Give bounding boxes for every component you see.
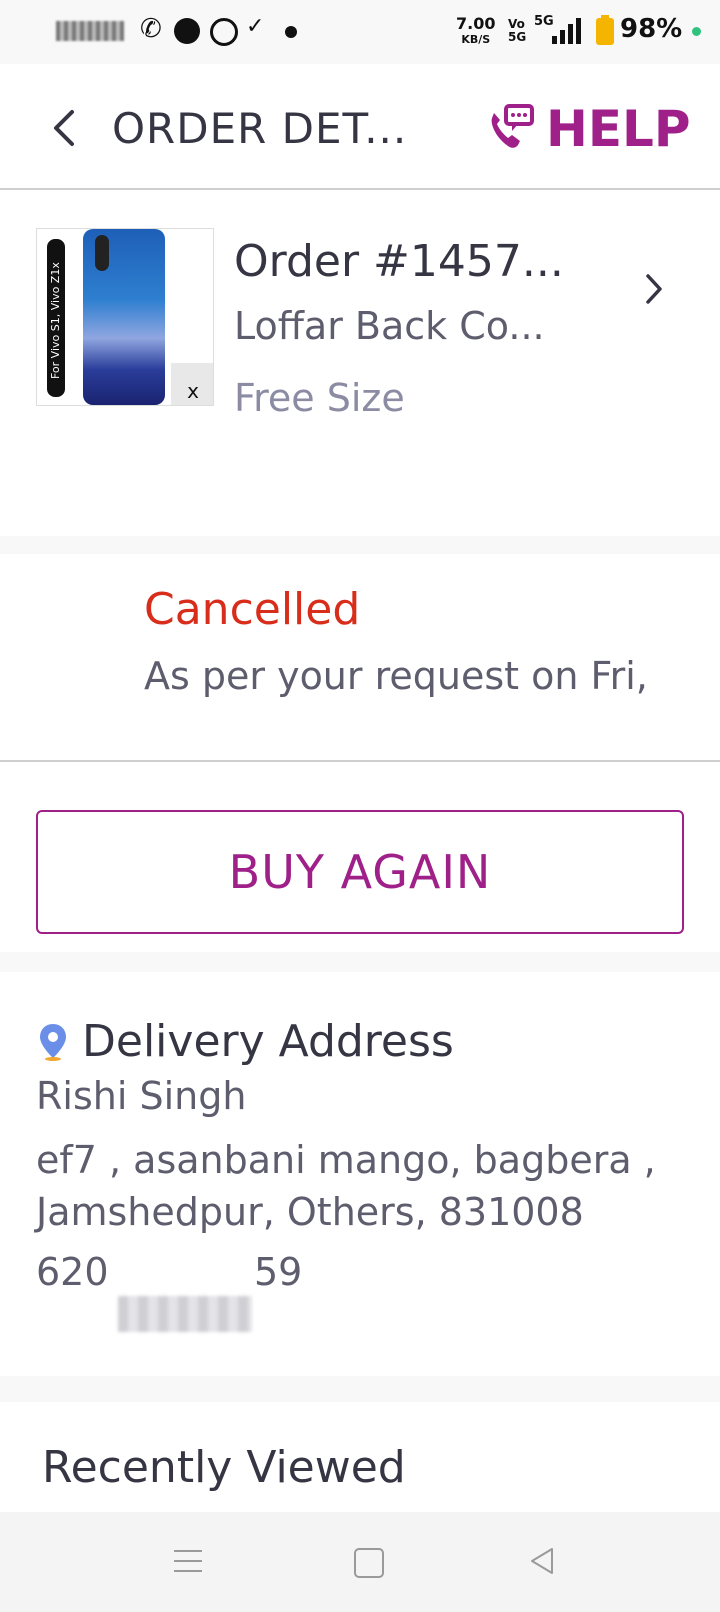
phone-redacted [118, 1296, 252, 1332]
delivery-address-section: Delivery Address Rishi Singh ef7 , asanb… [0, 972, 720, 1376]
address-line-2: Jamshedpur, Others, 831008 [36, 1190, 584, 1234]
home-square-icon[interactable] [354, 1548, 384, 1578]
signal-icon [552, 18, 586, 44]
app-header: ORDER DET... HELP [0, 64, 720, 190]
phone-prefix: 620 [36, 1250, 109, 1294]
camera-module [95, 235, 109, 271]
order-status: Cancelled [144, 584, 361, 635]
status-bar: ✆ ✓ 7.00 KB/S Vo 5G 5G 98% [0, 0, 720, 64]
help-label[interactable]: HELP [546, 100, 691, 158]
whatsapp-icon [210, 18, 238, 46]
phone-suffix: 59 [254, 1250, 303, 1294]
thumbnail-caption: For Vivo S1, Vivo Z1x [49, 262, 62, 379]
order-item-card[interactable]: For Vivo S1, Vivo Z1x x Order #1457... L… [0, 190, 720, 536]
order-status-section: Cancelled As per your request on Fri, [0, 554, 720, 762]
help-button[interactable] [486, 104, 536, 152]
message-icon [174, 18, 200, 44]
buy-again-button[interactable]: BUY AGAIN [36, 810, 684, 934]
volte-indicator: Vo 5G [508, 17, 527, 44]
check-notification-icon: ✓ [246, 14, 265, 39]
address-line-1: ef7 , asanbani mango, bagbera , [36, 1138, 656, 1182]
chevron-right-icon [646, 274, 662, 304]
product-name: Loffar Back Co... [234, 304, 545, 348]
thumbnail-badge: x [171, 363, 213, 405]
phone-chat-icon [491, 104, 534, 148]
order-number: Order #1457... [234, 236, 564, 287]
page-title: ORDER DET... [112, 104, 408, 153]
order-details-chevron[interactable] [644, 270, 664, 316]
order-status-detail: As per your request on Fri, [144, 654, 648, 698]
back-triangle-icon[interactable] [528, 1546, 558, 1576]
location-pin-icon [40, 1024, 66, 1061]
recently-viewed-section: Recently Viewed [0, 1402, 720, 1512]
product-thumbnail: For Vivo S1, Vivo Z1x x [36, 228, 214, 406]
actions-section: BUY AGAIN [0, 762, 720, 952]
privacy-dot-icon [692, 27, 701, 36]
phone-call-icon: ✆ [140, 14, 162, 44]
battery-percent: 98% [620, 14, 683, 44]
recipient-name: Rishi Singh [36, 1074, 247, 1118]
notification-dot-icon [285, 26, 297, 38]
network-speed: 7.00 KB/S [456, 14, 496, 47]
thumbnail-caption-strip: For Vivo S1, Vivo Z1x [47, 239, 65, 397]
recently-viewed-title: Recently Viewed [42, 1442, 406, 1493]
network-type: 5G [534, 14, 554, 29]
blurred-carrier [56, 21, 124, 41]
system-nav-bar [0, 1512, 720, 1612]
chevron-left-icon [54, 110, 74, 146]
battery-icon [596, 15, 614, 45]
back-button[interactable] [50, 106, 76, 158]
product-size: Free Size [234, 376, 405, 420]
menu-icon[interactable] [174, 1546, 204, 1576]
delivery-address-title: Delivery Address [82, 1016, 454, 1067]
